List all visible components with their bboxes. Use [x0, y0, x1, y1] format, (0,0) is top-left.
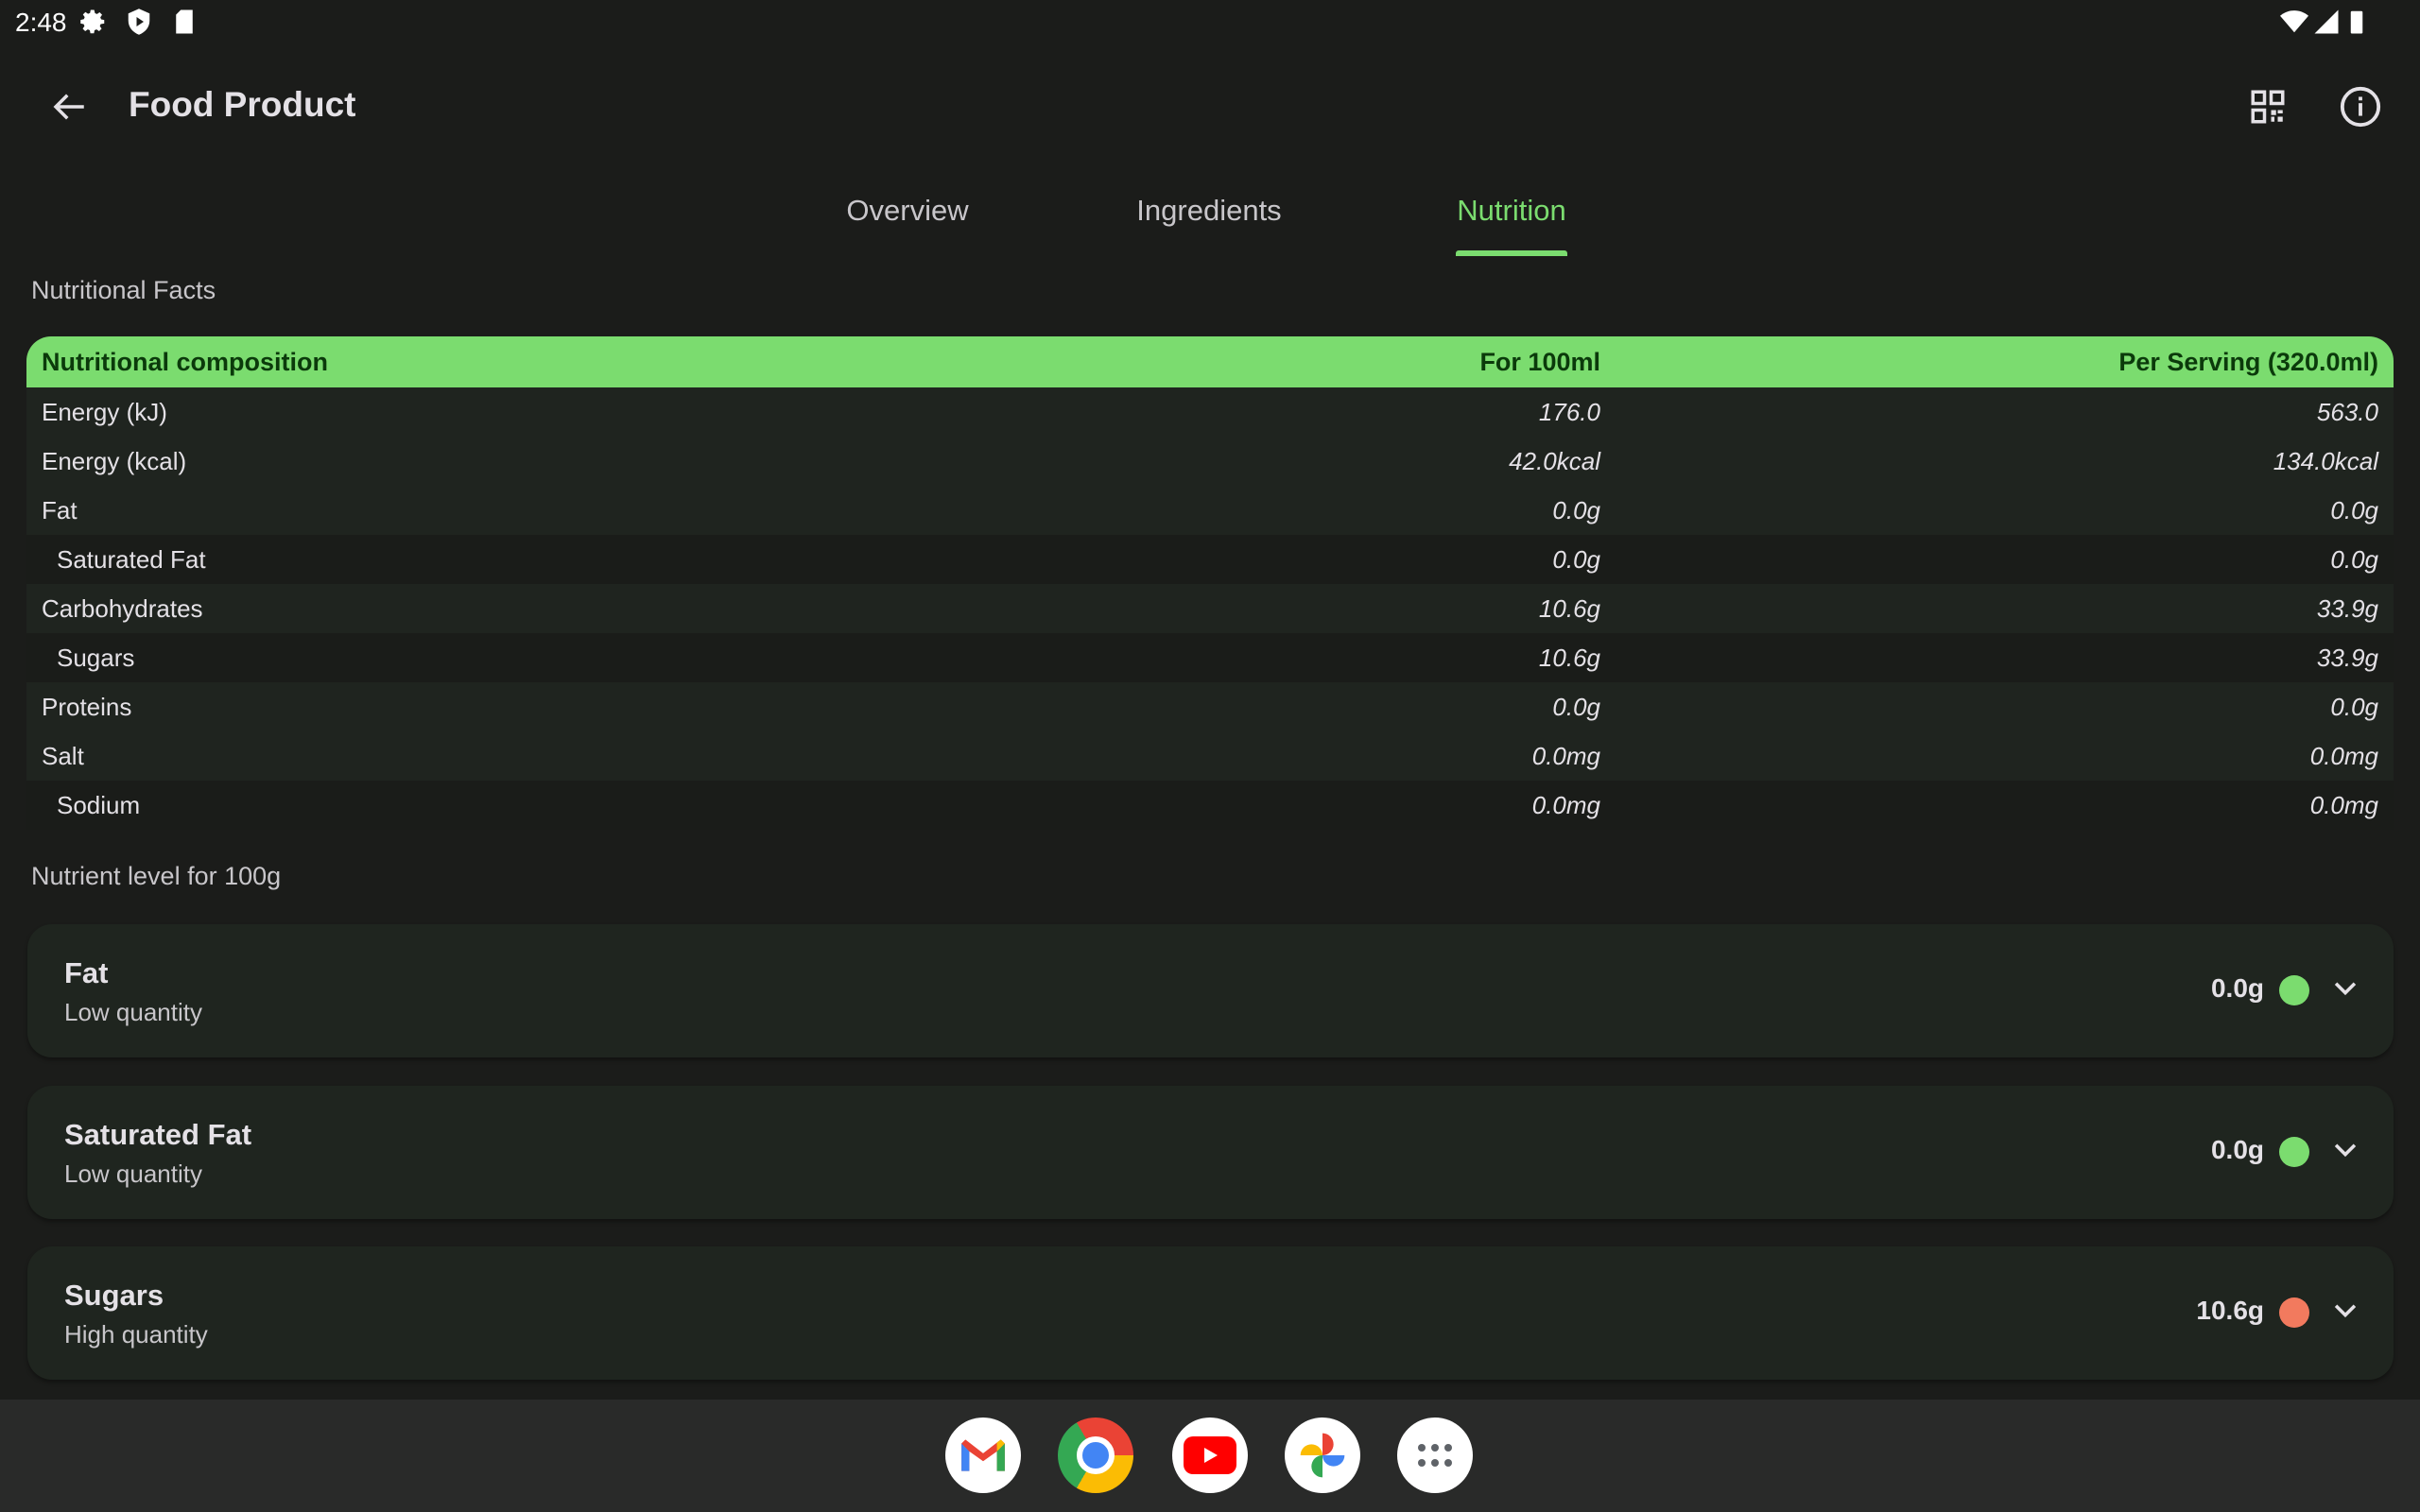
nutrient-value: 0.0g	[2210, 1135, 2264, 1164]
table-row: Saturated Fat 0.0g 0.0g	[26, 535, 2394, 584]
level-indicator-dot	[2279, 1137, 2309, 1167]
nutrient-level-heading: Nutrient level for 100g	[31, 862, 282, 890]
battery-icon	[2350, 10, 2363, 34]
status-time: 2:48	[15, 8, 67, 37]
table-row: Fat 0.0g 0.0g	[26, 486, 2394, 535]
tab-ingredients[interactable]: Ingredients	[1136, 194, 1281, 228]
value-per-100: 0.0g	[1552, 692, 1600, 721]
nutrient-name: Energy (kJ)	[42, 397, 167, 426]
play-protect-icon	[128, 9, 150, 35]
nutritional-facts-heading: Nutritional Facts	[31, 276, 216, 304]
nutrient-level: High quantity	[64, 1320, 208, 1349]
table-row: Sodium 0.0mg 0.0mg	[26, 781, 2394, 830]
value-per-serving: 563.0	[2316, 397, 2378, 426]
value-per-serving: 33.9g	[2316, 593, 2378, 623]
nutrient-title: Fat	[64, 956, 109, 989]
value-per-serving: 0.0g	[2330, 692, 2378, 721]
signal-icon	[2314, 9, 2339, 34]
value-per-100: 0.0g	[1552, 495, 1600, 524]
table-row: Sugars 10.6g 33.9g	[26, 633, 2394, 682]
tab-overview[interactable]: Overview	[846, 194, 968, 228]
wifi-icon	[2280, 10, 2308, 33]
value-per-serving: 0.0g	[2330, 544, 2378, 574]
level-indicator-dot	[2279, 1297, 2309, 1328]
nutrient-level: Low quantity	[64, 1160, 202, 1188]
nutrient-level-card[interactable]: Saturated Fat Low quantity 0.0g	[27, 1086, 2394, 1219]
chevron-down-icon[interactable]	[2329, 1133, 2361, 1165]
value-per-100: 176.0	[1538, 397, 1600, 426]
value-per-100: 10.6g	[1538, 643, 1600, 672]
status-bar: 2:48	[0, 0, 2420, 47]
gmail-icon[interactable]	[945, 1418, 1021, 1493]
nutrient-level-card[interactable]: Sugars High quantity 10.6g	[27, 1246, 2394, 1380]
tab-nutrition[interactable]: Nutrition	[1457, 194, 1565, 228]
nutrient-value: 10.6g	[2196, 1296, 2264, 1325]
table-header: Nutritional composition For 100ml Per Se…	[26, 336, 2394, 387]
nutrient-name: Fat	[42, 495, 78, 524]
info-icon[interactable]	[2339, 85, 2382, 129]
value-per-serving: 0.0mg	[2309, 741, 2378, 770]
table-row: Proteins 0.0g 0.0g	[26, 682, 2394, 731]
header-per-100: For 100ml	[1479, 347, 1600, 376]
table-row: Salt 0.0mg 0.0mg	[26, 731, 2394, 781]
chevron-down-icon[interactable]	[2329, 1294, 2361, 1326]
value-per-100: 42.0kcal	[1509, 446, 1600, 475]
nutrition-table: Nutritional composition For 100ml Per Se…	[26, 336, 2394, 830]
photos-icon[interactable]	[1285, 1418, 1360, 1493]
tab-indicator	[1456, 250, 1567, 256]
app-drawer-icon[interactable]	[1397, 1418, 1473, 1493]
back-arrow-icon[interactable]	[49, 87, 89, 127]
header-composition: Nutritional composition	[42, 347, 328, 376]
level-indicator-dot	[2279, 975, 2309, 1005]
settings-icon	[80, 9, 105, 34]
nutrient-name: Sodium	[57, 790, 141, 819]
nutrient-title: Sugars	[64, 1279, 164, 1312]
value-per-serving: 0.0g	[2330, 495, 2378, 524]
nutrient-level: Low quantity	[64, 998, 202, 1026]
value-per-100: 0.0g	[1552, 544, 1600, 574]
table-row: Energy (kcal) 42.0kcal 134.0kcal	[26, 437, 2394, 486]
value-per-100: 10.6g	[1538, 593, 1600, 623]
nutrient-name: Carbohydrates	[42, 593, 203, 623]
chevron-down-icon[interactable]	[2329, 971, 2361, 1004]
header-per-serving: Per Serving (320.0ml)	[2118, 347, 2378, 376]
value-per-100: 0.0mg	[1531, 741, 1600, 770]
page-title: Food Product	[129, 85, 356, 124]
nutrient-name: Sugars	[57, 643, 135, 672]
youtube-icon[interactable]	[1172, 1418, 1248, 1493]
value-per-100: 0.0mg	[1531, 790, 1600, 819]
sd-card-icon	[176, 9, 193, 34]
table-row: Energy (kJ) 176.0 563.0	[26, 387, 2394, 437]
value-per-serving: 0.0mg	[2309, 790, 2378, 819]
nutrient-name: Saturated Fat	[57, 544, 206, 574]
nutrient-name: Energy (kcal)	[42, 446, 187, 475]
chrome-icon[interactable]	[1058, 1418, 1133, 1493]
nutrient-name: Salt	[42, 741, 84, 770]
nutrient-name: Proteins	[42, 692, 132, 721]
value-per-serving: 134.0kcal	[2273, 446, 2378, 475]
qr-code-icon[interactable]	[2248, 87, 2288, 127]
nutrient-title: Saturated Fat	[64, 1118, 252, 1151]
table-row: Carbohydrates 10.6g 33.9g	[26, 584, 2394, 633]
value-per-serving: 33.9g	[2316, 643, 2378, 672]
nutrient-value: 0.0g	[2210, 973, 2264, 1003]
nutrient-level-card[interactable]: Fat Low quantity 0.0g	[27, 924, 2394, 1057]
